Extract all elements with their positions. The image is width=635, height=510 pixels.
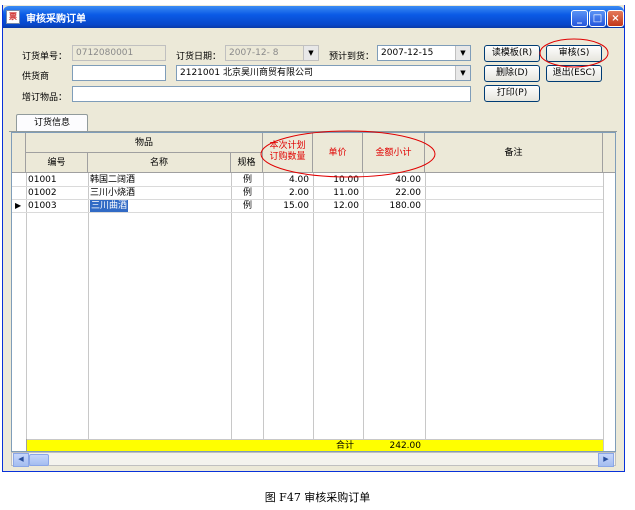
row-subtotal: 22.00 <box>395 188 421 198</box>
total-label: 合计 <box>336 441 355 451</box>
app-icon[interactable]: 票 <box>6 10 20 24</box>
order-date-picker[interactable]: 2007-12- 8 ▼ <box>225 45 319 61</box>
window-title: 审核采购订单 <box>26 14 86 25</box>
title-bar[interactable] <box>3 6 624 28</box>
tab-order-info[interactable]: 订货信息 <box>16 114 88 132</box>
chevron-down-icon[interactable]: ▼ <box>303 46 318 60</box>
arrival-label: 预计到货： <box>329 52 375 62</box>
order-no-label: 订货单号： <box>22 52 68 62</box>
row-price: 12.00 <box>333 201 359 211</box>
column-header-note[interactable]: 备注 <box>425 133 603 173</box>
row-subtotal: 180.00 <box>389 201 422 211</box>
row-code: 01002 <box>28 188 57 198</box>
row-qty: 15.00 <box>283 201 309 211</box>
close-button[interactable]: × <box>607 10 624 27</box>
header-filler <box>603 133 615 173</box>
row-name: 韩国二阔酒 <box>90 175 136 185</box>
read-template-button[interactable]: 读模板(R) <box>484 45 540 62</box>
row-spec: 例 <box>243 188 253 198</box>
horizontal-scrollbar[interactable]: ◀ ▶ <box>11 452 616 467</box>
supplier-name-value: 2121001 北京昊川商贸有限公司 <box>180 68 313 78</box>
supplier-select[interactable]: 2121001 北京昊川商贸有限公司 ▼ <box>176 65 471 81</box>
arrival-date-value: 2007-12-15 <box>381 48 434 58</box>
print-button[interactable]: 打印(P) <box>484 85 540 102</box>
add-item-input[interactable] <box>72 86 471 102</box>
delete-button[interactable]: 删除(D) <box>484 65 540 82</box>
maximize-button[interactable]: □ <box>589 10 606 27</box>
supplier-label: 供货商 <box>22 72 50 82</box>
row-name-selected[interactable]: 三川曲酒 <box>90 200 129 212</box>
annotation-ellipse <box>260 130 436 178</box>
row-code: 01001 <box>28 175 57 185</box>
scrollbar-thumb[interactable] <box>29 454 49 466</box>
current-row-indicator-icon: ▶ <box>15 201 22 210</box>
row-spec: 例 <box>243 201 253 211</box>
order-date-value: 2007-12- 8 <box>229 48 279 58</box>
total-value: 242.00 <box>389 441 422 451</box>
row-name: 三川小烧酒 <box>90 188 136 198</box>
scroll-left-icon[interactable]: ◀ <box>13 453 29 467</box>
figure-caption: 图 F47 审核采购订单 <box>264 491 371 504</box>
add-item-label: 增订物品： <box>22 93 68 103</box>
chevron-down-icon[interactable]: ▼ <box>455 66 470 80</box>
row-spec: 例 <box>243 175 253 185</box>
column-header-name[interactable]: 名称 <box>88 153 231 173</box>
row-price: 11.00 <box>333 188 359 198</box>
annotation-ellipse <box>539 38 609 68</box>
order-no-field[interactable]: 0712080001 <box>72 45 166 61</box>
order-date-label: 订货日期： <box>176 52 222 62</box>
row-header-corner <box>12 133 26 173</box>
column-header-code[interactable]: 编号 <box>26 153 88 173</box>
supplier-code-input[interactable] <box>72 65 166 81</box>
column-group-items: 物品 <box>26 133 263 153</box>
order-grid: 物品 编号 名称 规格 本次计划 订购数量 单价 金额小计 备注 01001 韩… <box>11 132 616 452</box>
scroll-right-icon[interactable]: ▶ <box>598 453 614 467</box>
row-qty: 2.00 <box>288 188 309 198</box>
totals-row: 合计 242.00 <box>26 439 603 451</box>
row-code: 01003 <box>28 201 57 211</box>
chevron-down-icon[interactable]: ▼ <box>455 46 470 60</box>
arrival-date-picker[interactable]: 2007-12-15 ▼ <box>377 45 471 61</box>
minimize-button[interactable]: _ <box>571 10 588 27</box>
